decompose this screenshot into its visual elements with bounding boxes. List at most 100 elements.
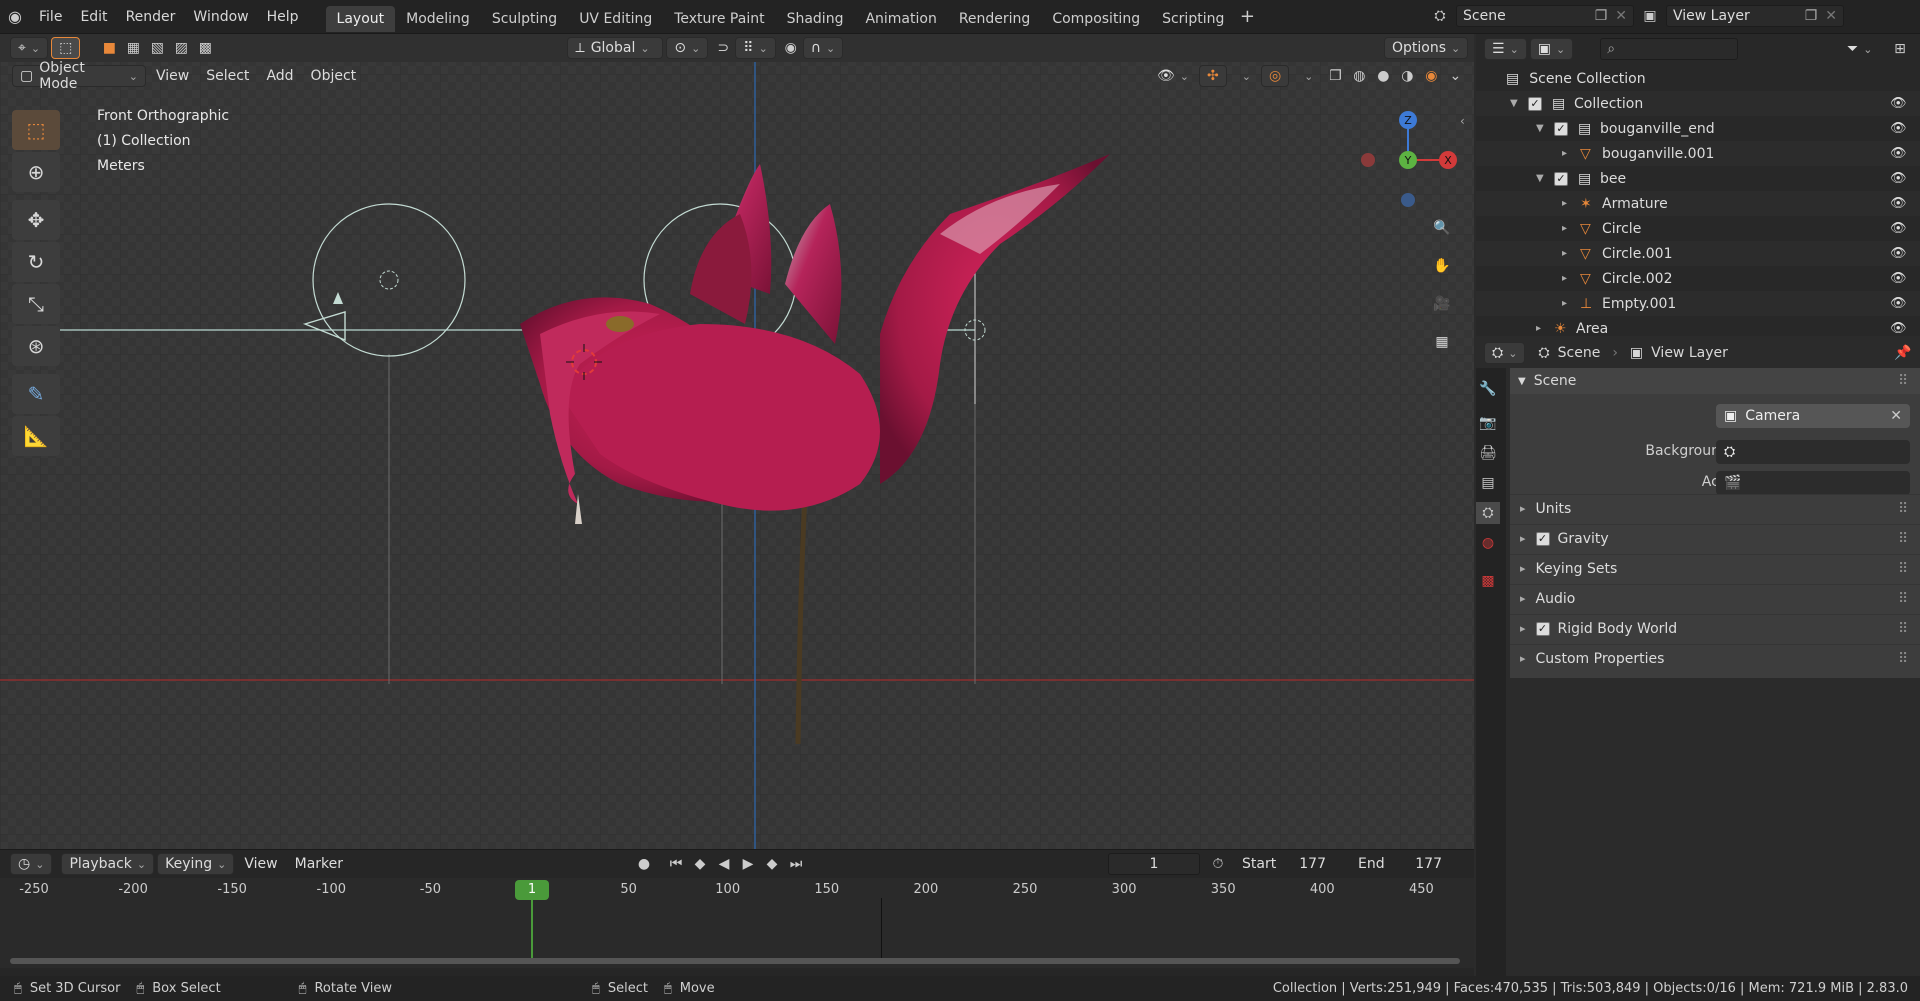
preview-range-icon[interactable]: ⏱ [1206,853,1230,875]
add-workspace-icon[interactable]: + [1235,6,1259,28]
drag-handle-icon[interactable]: ⠿ [1898,531,1908,547]
outliner-item[interactable]: ▸ ▽ bouganville.001 👁 [1476,141,1920,166]
measure-tool[interactable]: 📐 [12,416,60,456]
rotate-tool[interactable]: ↻ [12,242,60,282]
properties-editor-type-dropdown[interactable]: ⛭ [1484,342,1526,364]
background-scene-field[interactable]: ⛭ [1716,440,1910,464]
display-mode-dropdown[interactable]: ▣ [1529,38,1574,60]
exclude-checkbox[interactable]: ✓ [1554,121,1568,136]
outliner-root[interactable]: ▤ Scene Collection [1476,66,1920,91]
outliner-item[interactable]: ▼ ✓ ▤ bee 👁 [1476,166,1920,191]
viewport-canvas[interactable] [0,34,1474,849]
tab-texture-paint[interactable]: Texture Paint [663,6,775,32]
menu-file[interactable]: File [30,0,71,34]
panel-header[interactable]: ▸ Units ⠿ [1510,494,1920,522]
shading-wireframe-icon[interactable]: ◍ [1347,65,1371,87]
select-box-tool[interactable]: ⬚ [12,110,60,150]
select-mode-extend-icon[interactable]: ▦ [121,37,145,59]
visibility-eye-icon[interactable]: 👁 [1890,221,1907,236]
select-mode-intersect-icon[interactable]: ▩ [193,37,217,59]
overlays-dropdown[interactable] [1292,65,1320,87]
panel-header[interactable]: ▸ Keying Sets ⠿ [1510,554,1920,582]
tab-scripting[interactable]: Scripting [1151,6,1235,32]
play-icon[interactable]: ▶ [736,853,760,875]
outliner-editor-type-dropdown[interactable]: ☰ [1484,38,1527,60]
drag-handle-icon[interactable]: ⠿ [1898,373,1908,389]
3d-viewport[interactable]: ⌖ ⬚ ■ ▦ ▧ ▨ ▩ ⟂ Global ⊙ ⊃ ⠿ ◉ ∩ Options… [0,34,1474,849]
shading-rendered-icon[interactable]: ◉ [1419,65,1443,87]
collapsed-arrow-icon[interactable]: ▸ [1562,198,1567,209]
jump-end-icon[interactable]: ⏭ [784,853,808,875]
panel-enable-checkbox[interactable]: ✓ [1535,621,1550,636]
jump-keyframe-forward-icon[interactable]: ◆ [760,853,784,875]
outliner-item[interactable]: ▸ ✶ Armature 👁 [1476,191,1920,216]
drag-handle-icon[interactable]: ⠿ [1898,651,1908,667]
drag-handle-icon[interactable]: ⠿ [1898,591,1908,607]
xray-toggle-icon[interactable]: ❐ [1323,65,1347,87]
outliner-item[interactable]: ▸ ▽ Circle.002 👁 [1476,266,1920,291]
active-clip-field[interactable]: 🎬 [1716,471,1910,495]
proportional-falloff-dropdown[interactable]: ∩ [802,37,844,59]
visibility-eye-icon[interactable]: 👁 [1890,296,1907,311]
new-collection-icon[interactable]: ⊞ [1888,38,1912,60]
visibility-eye-icon[interactable]: 👁 [1890,121,1907,136]
copy-scene-icon[interactable]: ❐ [1595,8,1608,24]
drag-handle-icon[interactable]: ⠿ [1898,561,1908,577]
collapsed-arrow-icon[interactable]: ▸ [1562,148,1567,159]
current-frame-field[interactable]: 1 [1108,853,1200,875]
tab-modeling[interactable]: Modeling [395,6,481,32]
playback-dropdown[interactable]: Playback [61,853,155,875]
timeline-editor-type-dropdown[interactable]: ◷ [10,853,53,875]
exclude-checkbox[interactable]: ✓ [1528,96,1542,111]
exclude-checkbox[interactable]: ✓ [1554,171,1568,186]
jump-keyframe-back-icon[interactable]: ◆ [688,853,712,875]
drag-handle-icon[interactable]: ⠿ [1898,501,1908,517]
menu-object[interactable]: Object [304,65,364,87]
outliner-item[interactable]: ▸ ▽ Circle.001 👁 [1476,241,1920,266]
tab-tool-icon[interactable]: 🔧 [1476,378,1500,400]
outliner-item[interactable]: ▼ ✓ ▤ Collection 👁 [1476,91,1920,116]
snap-toggle-icon[interactable]: ⊃ [711,37,735,59]
view-layer-selector-icon[interactable]: ▣ [1638,5,1662,27]
drag-handle-icon[interactable]: ⠿ [1898,621,1908,637]
end-frame-field[interactable]: End 177 [1352,853,1448,875]
collapsed-arrow-icon[interactable]: ▸ [1536,323,1541,334]
clear-camera-icon[interactable]: ✕ [1890,408,1902,424]
tab-view-layer-icon[interactable]: ▤ [1476,472,1500,494]
jump-start-icon[interactable]: ⏮ [664,853,688,875]
remove-view-layer-icon[interactable]: ✕ [1825,8,1837,24]
collapsed-arrow-icon[interactable]: ▸ [1562,273,1567,284]
shading-dropdown-icon[interactable]: ⌄ [1443,65,1467,87]
start-frame-field[interactable]: Start 177 [1236,853,1332,875]
editor-type-dropdown[interactable]: ⌖ [10,37,49,59]
panel-header[interactable]: ▸ Audio ⠿ [1510,584,1920,612]
pivot-dropdown[interactable]: ⊙ [666,37,709,59]
collapsed-arrow-icon[interactable]: ▸ [1562,223,1567,234]
view-layer-field[interactable]: View Layer ❐ ✕ [1666,5,1844,27]
expand-arrow-icon[interactable]: ▼ [1536,123,1544,134]
scene-panel-header[interactable]: ▼ Scene ⠿ [1510,368,1920,394]
visibility-eye-icon[interactable]: 👁 [1890,171,1907,186]
tab-rendering[interactable]: Rendering [948,6,1042,32]
visibility-eye-icon[interactable]: 👁 [1890,246,1907,261]
transform-tool[interactable]: ⊛ [12,326,60,366]
tab-world-icon[interactable]: ◍ [1476,532,1500,554]
gizmo-toggle-icon[interactable]: ✣ [1199,65,1227,87]
menu-window[interactable]: Window [184,0,257,34]
timeline-ruler[interactable]: -250 -200 -150 -100 -50 50 100 150 200 250 300 350 4… [0,878,1474,968]
gizmo-dropdown[interactable] [1230,65,1258,87]
menu-add[interactable]: Add [259,65,300,87]
tab-scene-icon[interactable]: ⛭ [1476,502,1500,524]
expand-arrow-icon[interactable]: ▼ [1510,98,1518,109]
collapsed-arrow-icon[interactable]: ▸ [1562,248,1567,259]
visibility-eye-icon[interactable]: 👁 [1890,96,1907,111]
pin-icon[interactable]: 📌 [1894,345,1911,361]
menu-render[interactable]: Render [117,0,185,34]
visibility-eye-icon[interactable]: 👁 [1890,321,1907,336]
tab-animation[interactable]: Animation [854,6,947,32]
zoom-icon[interactable]: 🔍 [1424,210,1460,246]
visibility-dropdown[interactable]: 👁 [1150,65,1196,87]
select-tool-icon[interactable]: ⬚ [51,37,81,59]
tab-texture-icon[interactable]: ▩ [1476,570,1500,592]
shading-material-icon[interactable]: ◑ [1395,65,1419,87]
